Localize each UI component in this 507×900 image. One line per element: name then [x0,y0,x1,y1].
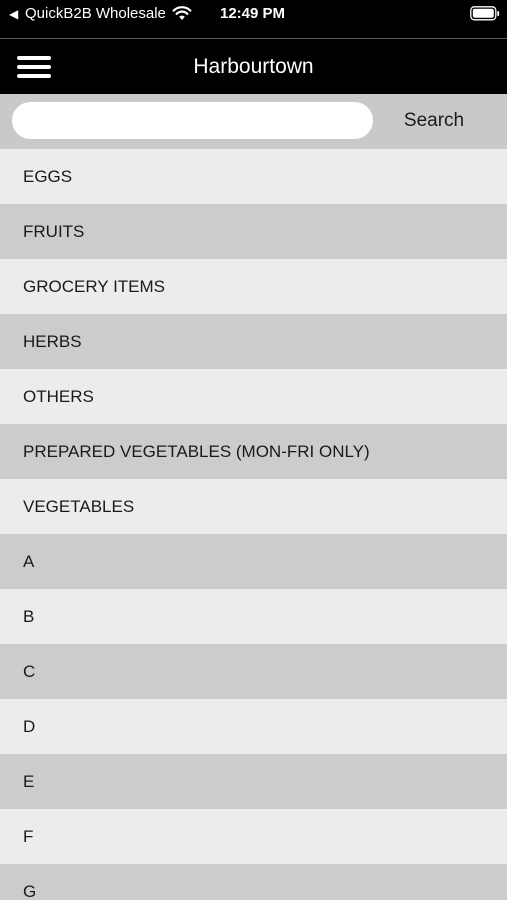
category-label: D [23,716,36,736]
status-time: 12:49 PM [220,5,286,22]
status-bar: ◀ QuickB2B Wholesale 12:49 PM [0,0,507,38]
category-item[interactable]: OTHERS [0,369,507,424]
category-item[interactable]: G [0,864,507,900]
back-to-app-icon[interactable]: ◀ [9,7,18,21]
category-label: OTHERS [23,386,94,406]
search-button[interactable]: Search [390,106,478,136]
category-item[interactable]: F [0,809,507,864]
category-label: G [23,881,37,900]
category-label: PREPARED VEGETABLES (MON-FRI ONLY) [23,441,370,461]
category-list: EGGS FRUITS GROCERY ITEMS HERBS OTHERS PREPAR… [0,149,507,900]
category-label: C [23,661,36,681]
search-bar: Search [0,94,507,149]
page-title: Harbourtown [193,55,314,78]
category-label: GROCERY ITEMS [23,276,166,296]
category-item[interactable]: PREPARED VEGETABLES (MON-FRI ONLY) [0,424,507,479]
category-label: FRUITS [23,221,85,241]
category-label: HERBS [23,331,82,351]
category-item[interactable]: A [0,534,507,589]
category-label: VEGETABLES [23,496,135,516]
category-item[interactable]: E [0,754,507,809]
category-item[interactable]: VEGETABLES [0,479,507,534]
category-label: EGGS [23,166,73,186]
category-item[interactable]: C [0,644,507,699]
category-label: B [23,606,35,626]
category-item[interactable]: GROCERY ITEMS [0,259,507,314]
category-item[interactable]: HERBS [0,314,507,369]
category-label: A [23,551,35,571]
category-item[interactable]: B [0,589,507,644]
category-item[interactable]: FRUITS [0,204,507,259]
category-label: E [23,771,35,791]
battery-icon [470,6,500,26]
wifi-icon [172,5,192,26]
search-input[interactable] [12,102,373,139]
category-label: F [23,826,34,846]
navigation-bar: Harbourtown [0,39,507,94]
category-item[interactable]: D [0,699,507,754]
back-to-app-label[interactable]: QuickB2B Wholesale [25,5,166,23]
category-item[interactable]: EGGS [0,149,507,204]
